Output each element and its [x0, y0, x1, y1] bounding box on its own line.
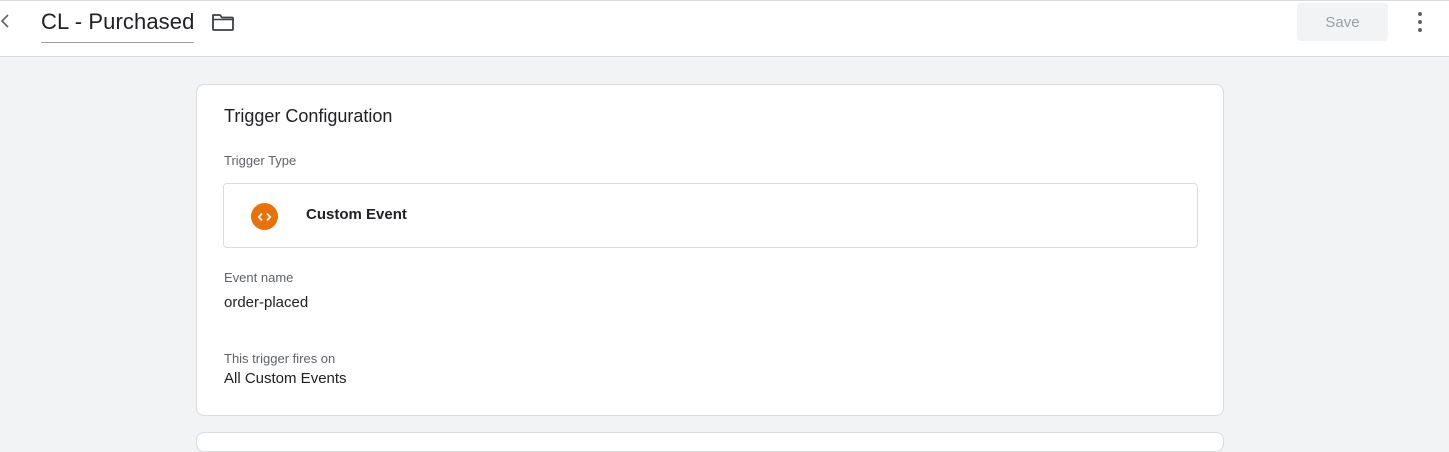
- page-title: CL - Purchased: [41, 9, 195, 34]
- folder-icon: [212, 14, 234, 31]
- title-field[interactable]: CL - Purchased: [41, 7, 195, 43]
- folder-button[interactable]: [210, 11, 236, 33]
- chevron-left-icon: [0, 14, 9, 28]
- trigger-type-label: Trigger Type: [224, 153, 297, 168]
- top-bar: CL - Purchased Save: [0, 0, 1449, 57]
- fires-on-label: This trigger fires on: [224, 351, 336, 366]
- trigger-configuration-card[interactable]: Trigger Configuration Trigger Type Custo…: [196, 84, 1224, 416]
- code-brackets-icon: [257, 212, 272, 221]
- save-button[interactable]: Save: [1297, 3, 1388, 41]
- event-name-value: order-placed: [224, 294, 309, 311]
- tag-configuration-card[interactable]: [196, 432, 1224, 452]
- back-button[interactable]: [0, 9, 14, 33]
- trigger-type-selector[interactable]: Custom Event: [223, 183, 1198, 248]
- event-name-label: Event name: [224, 270, 294, 285]
- more-vert-icon: [1418, 12, 1422, 32]
- custom-event-icon: [251, 203, 278, 230]
- more-options-button[interactable]: [1408, 9, 1432, 35]
- card-title: Trigger Configuration: [224, 106, 393, 126]
- trigger-type-value: Custom Event: [306, 206, 407, 223]
- fires-on-value: All Custom Events: [224, 370, 347, 387]
